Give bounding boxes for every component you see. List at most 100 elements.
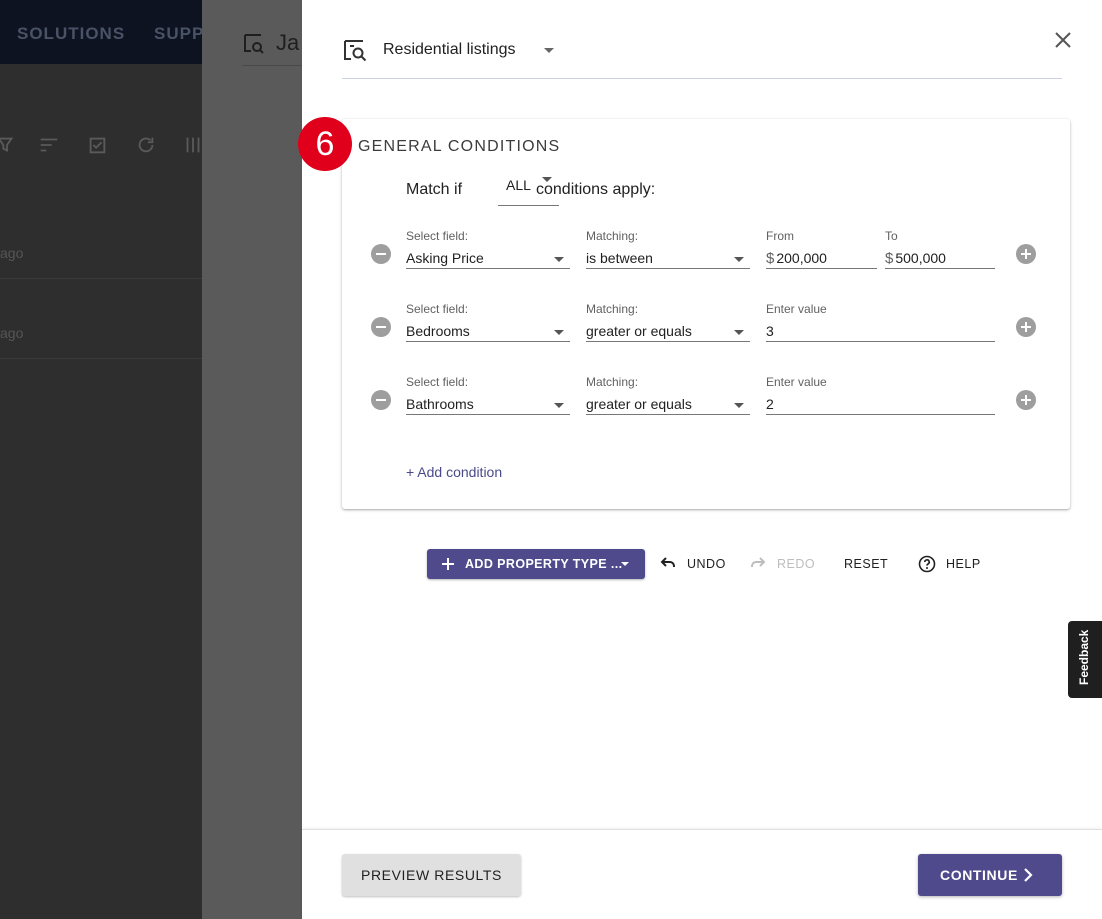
list-item-time: ago: [0, 245, 24, 261]
continue-button[interactable]: CONTINUE: [918, 854, 1062, 896]
redo-icon: [751, 557, 766, 567]
undo-button[interactable]: UNDO: [659, 549, 729, 579]
from-value-wrap: $200,000: [766, 250, 827, 267]
sort-icon: [40, 138, 58, 152]
field-value: Bedrooms: [406, 323, 470, 339]
currency-symbol: $: [766, 250, 775, 267]
dialog-footer: PREVIEW RESULTS CONTINUE: [302, 829, 1102, 919]
condition-row: Select field: Bathrooms Matching: greate…: [342, 375, 1070, 435]
matching-value: greater or equals: [586, 323, 692, 339]
nav-item-support: SUPP: [154, 24, 205, 43]
add-property-type-button[interactable]: ADD PROPERTY TYPE ...: [427, 549, 645, 579]
value-label: Enter value: [766, 302, 827, 316]
remove-condition-icon[interactable]: [371, 244, 391, 264]
step-badge: 6: [298, 117, 352, 171]
list-item-time: ago: [0, 325, 24, 341]
redo-label: REDO: [777, 557, 816, 571]
plus-icon: [442, 558, 454, 570]
from-input[interactable]: From $200,000: [766, 229, 877, 269]
chevron-down-icon: [734, 257, 744, 262]
select-all-icon: [89, 137, 106, 154]
chevron-down-icon: [621, 562, 629, 566]
reset-label: RESET: [844, 557, 889, 571]
select-field-dropdown[interactable]: Select field: Asking Price: [406, 229, 570, 269]
background-title: Ja: [276, 30, 300, 55]
condition-row: Select field: Bedrooms Matching: greater…: [342, 302, 1070, 362]
condition-toolbar: ADD PROPERTY TYPE ... UNDO REDO RESET HE…: [427, 549, 987, 579]
general-conditions-card: 6 GENERAL CONDITIONS Match if ALL condit…: [298, 117, 1070, 509]
from-label: From: [766, 229, 794, 243]
matching-dropdown[interactable]: Matching: greater or equals: [586, 375, 750, 415]
filter-icon: [0, 137, 14, 152]
chevron-down-icon[interactable]: [544, 48, 554, 53]
matching-value: is between: [586, 250, 653, 266]
matching-label: Matching:: [586, 302, 639, 316]
add-condition-icon[interactable]: [1016, 244, 1036, 264]
background-app: SOLUTIONS SUPP ago ago Ja: [0, 0, 302, 919]
columns-icon: [186, 137, 200, 153]
chevron-down-icon: [554, 330, 564, 335]
field-label: Select field:: [406, 302, 469, 316]
matching-value: greater or equals: [586, 396, 692, 412]
chevron-right-icon: [1024, 868, 1033, 882]
listing-search-icon: [244, 34, 264, 54]
add-condition-icon[interactable]: [1016, 390, 1036, 410]
feedback-tab[interactable]: Feedback: [1068, 621, 1102, 698]
to-value: 500,000: [895, 250, 946, 266]
add-property-type-label: ADD PROPERTY TYPE ...: [465, 557, 623, 571]
value-text: 2: [766, 396, 774, 412]
background-strip: [202, 0, 302, 919]
to-input[interactable]: To $500,000: [885, 229, 995, 269]
from-value: 200,000: [776, 250, 827, 266]
value-input[interactable]: Enter value 2: [766, 375, 995, 415]
background-panel: ago ago: [0, 64, 202, 919]
to-label: To: [885, 229, 898, 243]
dialog-header: Residential listings: [342, 28, 1062, 79]
field-value: Bathrooms: [406, 396, 474, 412]
field-value: Asking Price: [406, 250, 484, 266]
matching-label: Matching:: [586, 375, 639, 389]
chevron-down-icon: [734, 330, 744, 335]
chevron-down-icon: [734, 403, 744, 408]
to-value-wrap: $500,000: [885, 250, 946, 267]
row-divider: [0, 278, 202, 279]
matching-label: Matching:: [586, 229, 639, 243]
add-condition-icon[interactable]: [1016, 317, 1036, 337]
help-button[interactable]: HELP: [918, 549, 982, 579]
match-prefix: Match if: [406, 181, 463, 198]
help-icon: [918, 555, 936, 573]
matching-dropdown[interactable]: Matching: greater or equals: [586, 302, 750, 342]
listing-type-select[interactable]: Residential listings: [383, 41, 516, 59]
chevron-down-icon: [554, 403, 564, 408]
field-label: Select field:: [406, 375, 469, 389]
match-mode-value: ALL: [506, 177, 531, 193]
match-suffix: conditions apply:: [536, 181, 656, 198]
reset-button[interactable]: RESET: [844, 549, 888, 579]
row-divider: [0, 358, 202, 359]
help-label: HELP: [946, 557, 981, 571]
redo-button[interactable]: REDO: [749, 549, 815, 579]
preview-results-button[interactable]: PREVIEW RESULTS: [342, 854, 521, 896]
conditions-dialog: Residential listings 6 GENERAL CONDITION…: [298, 0, 1102, 919]
field-label: Select field:: [406, 229, 469, 243]
close-icon[interactable]: [1052, 29, 1074, 51]
matching-dropdown[interactable]: Matching: is between: [586, 229, 750, 269]
select-field-dropdown[interactable]: Select field: Bedrooms: [406, 302, 570, 342]
value-label: Enter value: [766, 375, 827, 389]
undo-label: UNDO: [687, 557, 726, 571]
remove-condition-icon[interactable]: [371, 317, 391, 337]
value-text: 3: [766, 323, 774, 339]
value-input[interactable]: Enter value 3: [766, 302, 995, 342]
refresh-icon: [138, 137, 154, 153]
currency-symbol: $: [885, 250, 894, 267]
background-divider: [242, 65, 302, 66]
nav-item-solutions: SOLUTIONS: [17, 24, 126, 43]
select-field-dropdown[interactable]: Select field: Bathrooms: [406, 375, 570, 415]
add-condition-link[interactable]: + Add condition: [406, 464, 502, 480]
condition-row: Select field: Asking Price Matching: is …: [342, 229, 1070, 289]
undo-icon: [660, 557, 675, 567]
remove-condition-icon[interactable]: [371, 390, 391, 410]
feedback-label: Feedback: [1077, 629, 1091, 685]
card-title: GENERAL CONDITIONS: [358, 138, 561, 155]
listing-search-icon: [344, 40, 367, 62]
